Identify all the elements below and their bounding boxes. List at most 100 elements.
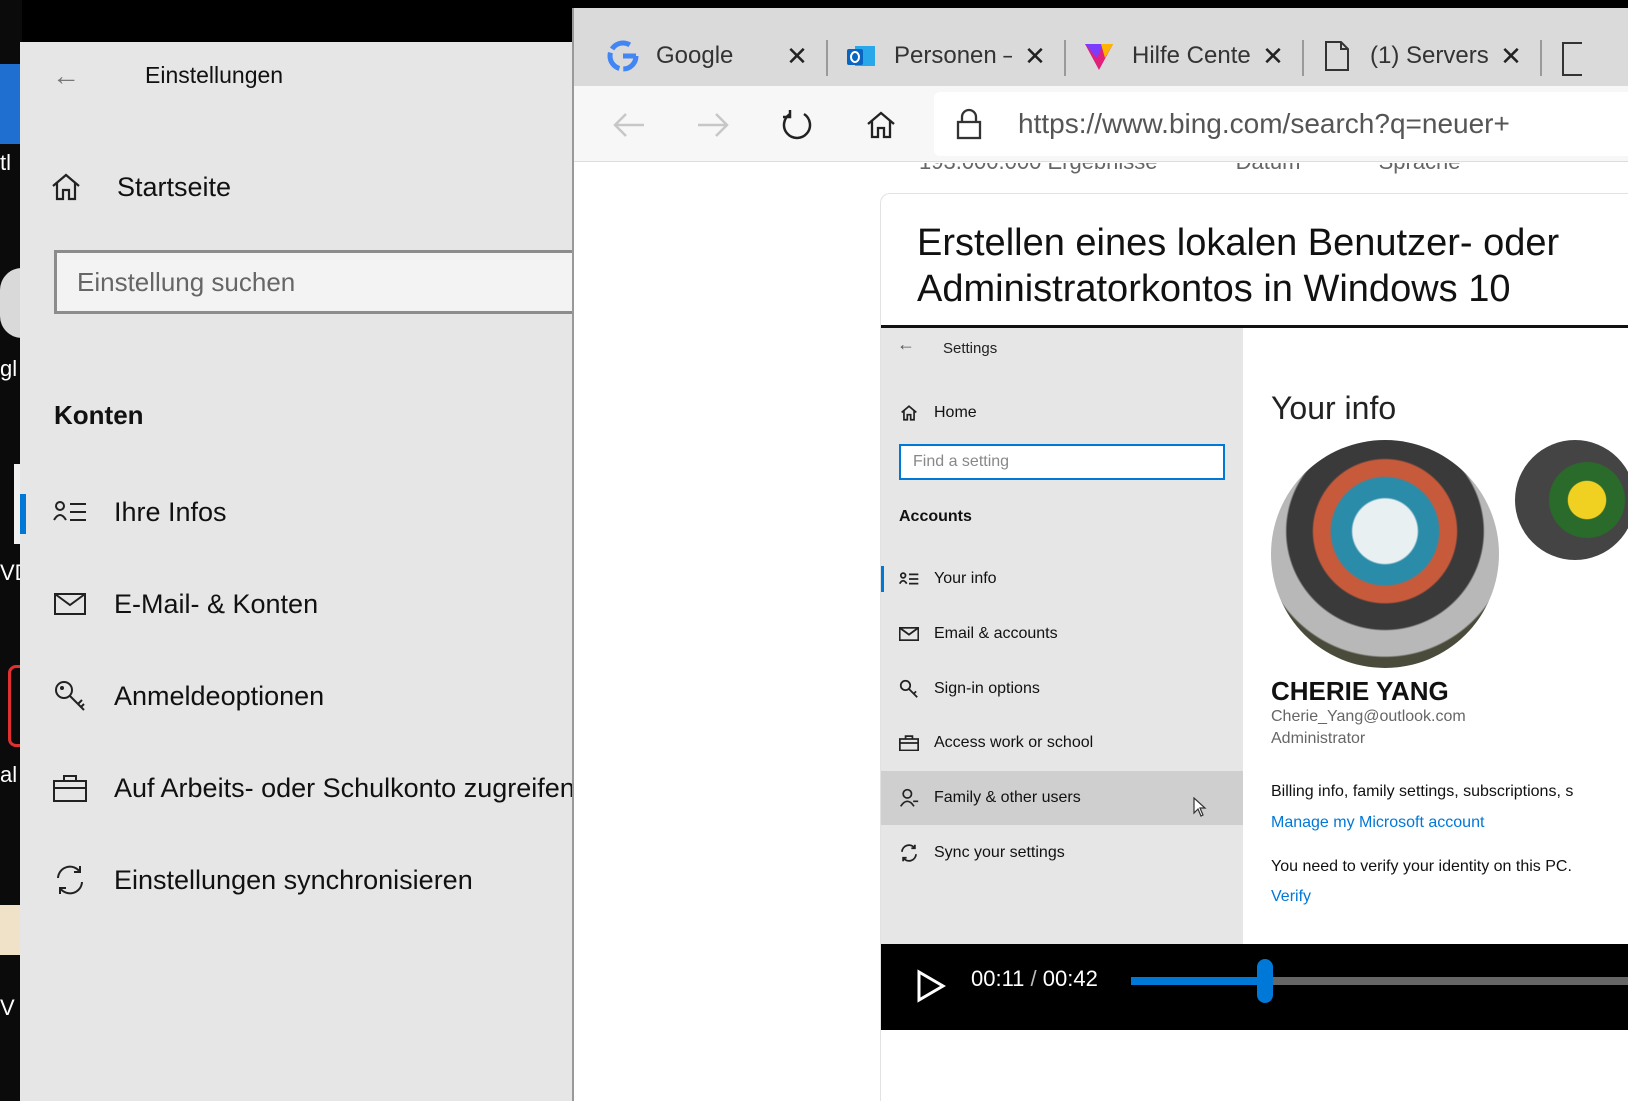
sync-icon [50,860,90,900]
browser-toolbar: https://www.bing.com/search?q=neuer+ [574,86,1628,162]
settings-search-input[interactable] [57,253,595,311]
manage-account-link: Manage my Microsoft account [1271,814,1485,831]
user-email: Cherie_Yang@outlook.com [1271,708,1466,725]
nav-item-sign-in-options[interactable]: Anmeldeoptionen [20,656,595,736]
address-bar[interactable]: https://www.bing.com/search?q=neuer+ [934,92,1628,156]
video-nav-item: Your info [881,552,1243,606]
play-icon[interactable] [909,964,953,1008]
desktop-icon-label: V [0,995,15,1020]
home-link[interactable]: Startseite [50,162,580,212]
triangle-logo-icon [1082,39,1116,73]
seek-bar[interactable] [1131,959,1628,1003]
desktop-icon-label: VD [0,560,22,585]
desktop-shortcut-icon[interactable] [0,905,22,955]
nav-item-label: Einstellungen synchronisieren [114,864,473,895]
desktop-icon-label: gl [0,356,18,381]
user-name: CHERIE YANG [1271,676,1449,706]
video-settings-title: Settings [943,340,998,357]
tab-help-center[interactable]: Hilfe Cente ✕ [1082,26,1286,86]
refresh-icon[interactable] [772,100,822,150]
video-settings-sidebar: ← Settings Home Find a setting Accounts … [881,328,1243,945]
settings-search-box[interactable] [54,250,595,314]
avatar-secondary [1515,440,1628,560]
outlook-shortcut-icon[interactable] [0,64,22,144]
tab-servers[interactable]: (1) Servers ✕ [1320,26,1524,86]
tab-divider [826,40,828,76]
settings-window: ← Einstellungen Startseite Konten Ihre I… [20,42,595,1101]
nav-item-your-info[interactable]: Ihre Infos [20,472,595,552]
language-filter[interactable]: Sprache [1379,163,1461,174]
video-frame[interactable]: ← Settings Home Find a setting Accounts … [881,325,1628,945]
result-title[interactable]: Erstellen eines lokalen Benutzer- oder A… [917,220,1628,312]
person-icon [897,788,921,808]
nav-item-label: E-Mail- & Konten [114,588,319,619]
desktop-icon-label: al [0,762,18,787]
google-icon [606,39,640,73]
video-nav-item: Access work or school [881,716,1243,770]
desktop-shortcut-icon[interactable] [0,268,22,338]
avatar [1271,440,1499,668]
time-separator: / [1030,966,1037,991]
tab-outlook[interactable]: Personen – ✕ [844,26,1048,86]
video-nav-label: Sync your settings [934,844,1065,861]
tab-label: (1) Servers [1370,42,1488,69]
tab-label: Google [656,42,734,69]
url-text[interactable]: https://www.bing.com/search?q=neuer+ [1018,108,1510,140]
video-nav-item: Sync your settings [881,826,1243,880]
forward-arrow-icon[interactable] [688,100,738,150]
video-nav-item-highlighted: Family & other users [881,771,1243,825]
verify-text: You need to verify your identity on this… [1271,858,1572,875]
tab-google[interactable]: Google ✕ [606,26,810,86]
result-count: 193.000.000 Ergebnisse [919,163,1158,174]
back-arrow-icon: ← [897,334,915,354]
key-icon [897,679,921,699]
video-nav-label: Your info [934,570,997,587]
result-meta-bar: 193.000.000 Ergebnisse Datum Sprache [919,163,1533,175]
video-nav-label: Sign-in options [934,680,1040,697]
seek-handle[interactable] [1256,959,1273,1003]
desktop-screen: tl gl VD al V ← Einstellungen Startseite… [0,0,1628,1101]
tab-divider [1302,40,1304,76]
video-section-heading: Accounts [899,508,972,525]
desktop-icon-label: tl [0,150,11,175]
back-arrow-icon[interactable]: ← [52,60,80,92]
video-home-label: Home [934,404,977,421]
window-title: Einstellungen [145,62,284,88]
video-nav-item: Sign-in options [881,662,1243,716]
nav-item-email-accounts[interactable]: E-Mail- & Konten [20,564,595,644]
nav-item-sync-settings[interactable]: Einstellungen synchronisieren [20,840,595,920]
person-info-icon [897,572,921,586]
tab-strip: Google ✕ Personen – ✕ Hilfe Cente ✕ (1) … [574,8,1628,86]
date-filter[interactable]: Datum [1236,163,1301,174]
verify-link: Verify [1271,888,1312,905]
nav-item-label: Ihre Infos [114,496,227,527]
home-icon [50,167,95,207]
home-icon[interactable] [856,100,906,150]
current-time: 00:11 [971,966,1025,991]
close-tab-icon[interactable]: ✕ [1022,41,1048,72]
next-tab-page-icon[interactable] [1562,42,1582,76]
briefcase-icon [897,735,921,751]
back-arrow-icon[interactable] [604,100,654,150]
page-icon [1320,39,1354,73]
desktop-background: tl gl VD al V [0,0,22,1101]
page-content: 193.000.000 Ergebnisse Datum Sprache Ers… [574,163,1628,1101]
video-nav-label: Email & accounts [934,625,1058,642]
close-tab-icon[interactable]: ✕ [1260,41,1286,72]
tab-divider [1064,40,1066,76]
close-tab-icon[interactable]: ✕ [1498,41,1524,72]
section-heading: Konten [54,400,144,430]
time-display: 00:11 / 00:42 [971,966,1098,992]
billing-text: Billing info, family settings, subscript… [1271,783,1574,800]
mail-icon [897,627,921,641]
nav-item-work-school[interactable]: Auf Arbeits- oder Schulkonto zugreifen [20,748,595,828]
briefcase-icon [50,768,90,808]
lock-icon [934,108,1004,140]
close-tab-icon[interactable]: ✕ [784,41,810,72]
nav-item-label: Anmeldeoptionen [114,680,325,711]
video-result-card: Erstellen eines lokalen Benutzer- oder A… [880,193,1628,1101]
person-info-icon [50,492,90,532]
home-icon [897,404,921,422]
video-nav-item: Email & accounts [881,607,1243,661]
total-time: 00:42 [1042,966,1098,991]
